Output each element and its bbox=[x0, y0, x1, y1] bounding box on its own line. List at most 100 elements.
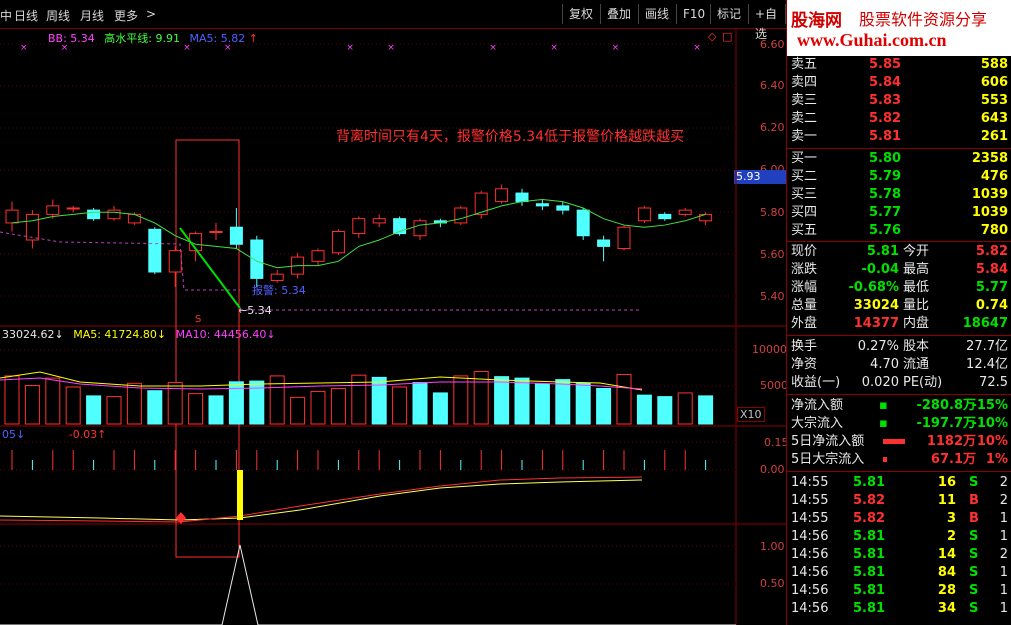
volume-bar bbox=[269, 375, 285, 425]
flow-bar bbox=[883, 439, 905, 444]
volume-bar bbox=[616, 373, 632, 425]
quote-value: 0.74 bbox=[975, 298, 1008, 313]
ask-row[interactable]: 卖三 5.83 553 bbox=[787, 92, 1011, 110]
flow-bar-icon: ▪ bbox=[879, 398, 888, 413]
tick-volume: 2 bbox=[946, 529, 956, 544]
volume-bar bbox=[432, 392, 448, 425]
ask-row[interactable]: 卖五 5.85 588 bbox=[787, 56, 1011, 74]
logo-slogan: 股票软件资源分享 bbox=[859, 10, 988, 29]
quote-label: 最高 bbox=[903, 262, 930, 277]
quote-label: 最低 bbox=[903, 280, 930, 295]
candle bbox=[209, 230, 223, 233]
fund-value: 27.7亿 bbox=[966, 339, 1008, 354]
fund-value: 4.70 bbox=[870, 357, 899, 372]
ask-volume: 588 bbox=[980, 57, 1008, 72]
x-marker: × bbox=[61, 43, 69, 53]
x-marker: × bbox=[224, 43, 232, 53]
tick-count: 2 bbox=[999, 475, 1008, 490]
volume-bar bbox=[534, 383, 550, 425]
bid-row[interactable]: 买三 5.78 1039 bbox=[787, 186, 1011, 204]
bid-label: 买五 bbox=[791, 223, 818, 238]
tick-price: 5.81 bbox=[853, 565, 886, 580]
quote-value: 5.82 bbox=[975, 244, 1008, 259]
bid-price: 5.79 bbox=[869, 169, 902, 184]
tick-side: B bbox=[969, 493, 979, 508]
flow-value: 67.1万 bbox=[930, 452, 976, 467]
bid-label: 买四 bbox=[791, 205, 818, 220]
volume-bar bbox=[596, 387, 612, 425]
ask-price: 5.83 bbox=[869, 93, 902, 108]
volume-bar bbox=[453, 375, 469, 425]
flow-row: 5日大宗流入 67.1万 1% bbox=[787, 451, 1011, 469]
ind-line-red bbox=[0, 476, 643, 523]
fundamental-row: 换手 0.27% 股本 27.7亿 bbox=[787, 338, 1011, 356]
tick-volume: 34 bbox=[937, 601, 956, 616]
volume-bar bbox=[45, 377, 61, 425]
bid-row[interactable]: 买五 5.76 780 bbox=[787, 222, 1011, 240]
flow-row: 5日净流入额 1182万 10% bbox=[787, 433, 1011, 451]
bid-row[interactable]: 买二 5.79 476 bbox=[787, 168, 1011, 186]
bid-price: 5.78 bbox=[869, 187, 902, 202]
tick-count: 1 bbox=[999, 565, 1008, 580]
candle bbox=[413, 220, 427, 237]
volume-bar bbox=[555, 379, 571, 425]
fundamental-row: 收益(一) 0.020 PE(动) 72.5 bbox=[787, 374, 1011, 392]
tick-volume: 11 bbox=[937, 493, 956, 508]
fundamental-row: 净资 4.70 流通 12.4亿 bbox=[787, 356, 1011, 374]
candle bbox=[576, 209, 590, 237]
flow-label: 净流入额 bbox=[791, 398, 844, 413]
ask-volume: 643 bbox=[980, 111, 1008, 126]
ind2-peak-line bbox=[0, 544, 736, 625]
ask-price: 5.84 bbox=[869, 75, 902, 90]
divider bbox=[787, 471, 1011, 472]
x-marker: × bbox=[693, 43, 701, 53]
candle bbox=[168, 250, 182, 273]
candle bbox=[535, 203, 549, 207]
volume-bar bbox=[24, 385, 40, 425]
ask-label: 卖一 bbox=[791, 129, 818, 144]
candle bbox=[107, 209, 121, 220]
flow-row: 净流入额 ▪ -280.8万 -15% bbox=[787, 397, 1011, 415]
tick-row: 14:55 5.82 11 B 2 bbox=[787, 492, 1011, 510]
logo-name: 股海网 bbox=[791, 11, 842, 30]
ask-row[interactable]: 卖二 5.82 643 bbox=[787, 110, 1011, 128]
volume-bar bbox=[147, 390, 163, 425]
candle bbox=[495, 188, 509, 203]
kline-chart[interactable]: × × × × × × × × × × bbox=[0, 0, 786, 625]
flow-bar-icon: ▪ bbox=[879, 416, 888, 431]
fund-value: 0.020 bbox=[861, 375, 899, 390]
tick-price: 5.81 bbox=[853, 547, 886, 562]
divider bbox=[787, 335, 1011, 336]
quote-value: 33024 bbox=[853, 298, 899, 313]
ask-row[interactable]: 卖四 5.84 606 bbox=[787, 74, 1011, 92]
quote-value: 14377 bbox=[853, 316, 899, 331]
bid-volume: 780 bbox=[980, 223, 1008, 238]
ask-volume: 261 bbox=[980, 129, 1008, 144]
candle bbox=[87, 209, 101, 220]
flow-label: 5日净流入额 bbox=[791, 434, 865, 449]
tick-count: 1 bbox=[999, 511, 1008, 526]
tick-volume: 84 bbox=[937, 565, 956, 580]
tick-volume: 14 bbox=[937, 547, 956, 562]
quote-row: 涨跌 -0.04 最高 5.84 bbox=[787, 261, 1011, 279]
flow-pct: 1% bbox=[985, 452, 1008, 467]
bid-row[interactable]: 买四 5.77 1039 bbox=[787, 204, 1011, 222]
tick-count: 2 bbox=[999, 547, 1008, 562]
volume-bar bbox=[65, 386, 81, 425]
tick-side: S bbox=[969, 601, 979, 616]
ask-label: 卖五 bbox=[791, 57, 818, 72]
x-marker: × bbox=[387, 43, 395, 53]
tick-count: 1 bbox=[999, 583, 1008, 598]
site-logo: 股海网 股票软件资源分享 www.Guhai.com.cn bbox=[787, 0, 1011, 56]
flow-row: 大宗流入 ▪ -197.7万 -10% bbox=[787, 415, 1011, 433]
tick-row: 14:56 5.81 34 S 1 bbox=[787, 600, 1011, 618]
quote-label: 外盘 bbox=[791, 316, 818, 331]
volume-bar bbox=[330, 387, 346, 425]
tick-time: 14:56 bbox=[791, 565, 829, 580]
volume-bar bbox=[657, 396, 673, 425]
ask-row[interactable]: 卖一 5.81 261 bbox=[787, 128, 1011, 146]
quote-row: 外盘 14377 内盘 18647 bbox=[787, 315, 1011, 333]
tick-volume: 16 bbox=[937, 475, 956, 490]
quote-panel: 股海网 股票软件资源分享 www.Guhai.com.cn 卖五 5.85 58… bbox=[786, 0, 1011, 625]
bid-row[interactable]: 买一 5.80 2358 bbox=[787, 150, 1011, 168]
